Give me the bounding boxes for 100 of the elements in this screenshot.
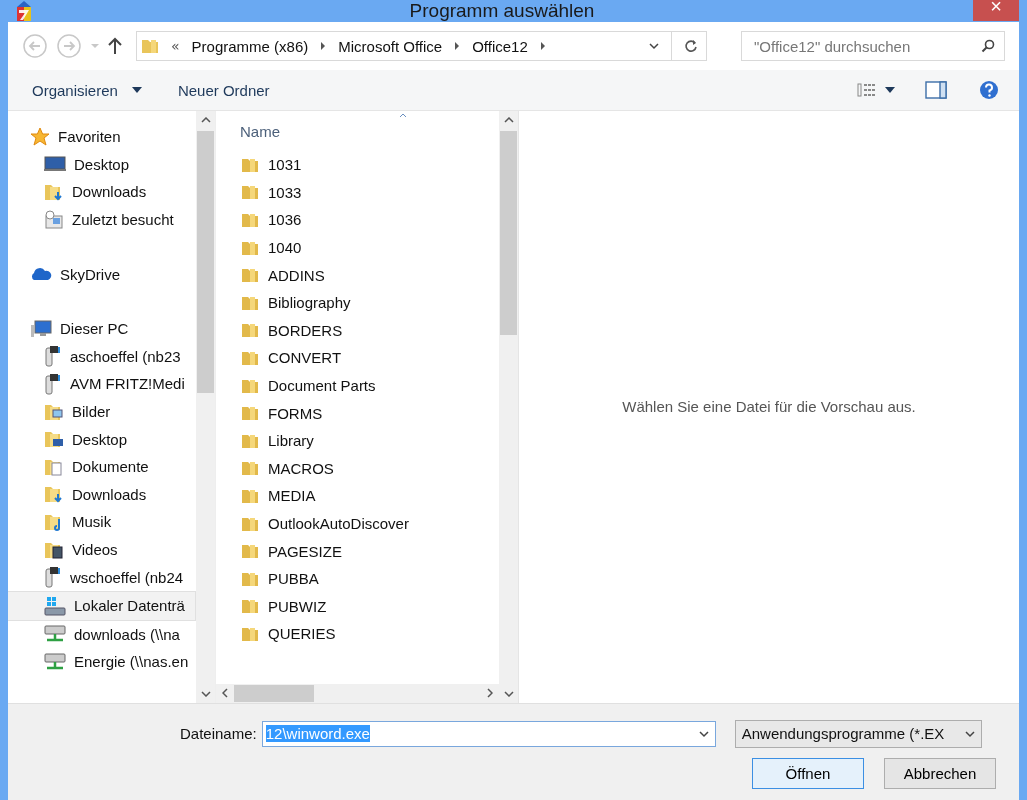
- file-list-item[interactable]: 1036: [216, 206, 499, 234]
- folder-icon: [44, 429, 64, 450]
- filename-label: Dateiname:: [180, 725, 257, 743]
- file-list-item[interactable]: MACROS: [216, 454, 499, 483]
- sidebar-item[interactable]: Musik: [8, 508, 196, 536]
- file-list-item[interactable]: FORMS: [216, 399, 499, 427]
- cancel-button[interactable]: Abbrechen: [884, 757, 996, 789]
- overflow-chevrons[interactable]: «: [171, 38, 180, 54]
- scrollbar-thumb[interactable]: [197, 131, 214, 393]
- sidebar-item[interactable]: Desktop: [8, 425, 196, 453]
- sidebar-item[interactable]: Desktop: [8, 150, 196, 179]
- folder-icon: [241, 266, 259, 285]
- folder-icon: [241, 597, 259, 616]
- file-list-item[interactable]: QUERIES: [216, 620, 499, 648]
- sidebar-item[interactable]: downloads (\\na: [8, 620, 196, 649]
- network-drive-icon: [44, 651, 66, 672]
- up-arrow-icon[interactable]: [108, 37, 122, 55]
- folder-icon: [241, 542, 259, 561]
- close-button[interactable]: ×: [973, 0, 1019, 21]
- sidebar-item[interactable]: Dokumente: [8, 452, 196, 481]
- search-icon: [981, 39, 995, 53]
- monitor-icon: [44, 156, 66, 173]
- sidebar-item[interactable]: aschoeffel (nb23: [8, 342, 196, 371]
- folder-icon: [44, 182, 64, 202]
- media-server-icon: [44, 566, 62, 589]
- caret-icon[interactable]: [885, 87, 895, 93]
- chevron-down-icon[interactable]: [503, 690, 514, 697]
- file-list-item[interactable]: Document Parts: [216, 371, 499, 400]
- window-title: Programm auswählen: [408, 0, 596, 22]
- chevron-down-icon[interactable]: [649, 42, 659, 50]
- scrollbar[interactable]: [196, 111, 215, 703]
- sidebar-item[interactable]: Lokaler Datenträ: [8, 590, 196, 621]
- chevron-right-icon[interactable]: [454, 42, 461, 50]
- sidebar-item[interactable]: Dieser PC: [8, 314, 196, 343]
- preview-pane-icon[interactable]: [925, 81, 947, 99]
- sidebar-item[interactable]: Favoriten: [8, 123, 196, 151]
- file-list-item[interactable]: Bibliography: [216, 288, 499, 317]
- sidebar-item[interactable]: SkyDrive: [8, 260, 196, 288]
- media-server-icon: [44, 372, 62, 395]
- folder-icon: [241, 211, 259, 229]
- cloud-icon: [30, 267, 52, 282]
- chevron-right-icon[interactable]: [320, 42, 327, 50]
- folder-icon: [141, 37, 159, 55]
- file-list-item[interactable]: MEDIA: [216, 482, 499, 510]
- chevron-down-icon[interactable]: [200, 690, 211, 697]
- chevron-up-icon[interactable]: [503, 117, 514, 123]
- system-drive-icon: [44, 595, 66, 616]
- scrollbar-thumb[interactable]: [234, 684, 314, 702]
- file-list-item[interactable]: PUBWIZ: [216, 592, 499, 621]
- sidebar-item[interactable]: Bilder: [8, 397, 196, 426]
- media-server-icon: [44, 345, 62, 368]
- chevron-right-icon[interactable]: [539, 42, 546, 50]
- address-bar[interactable]: « Programme (x86) Microsoft Office Office12: [136, 31, 707, 61]
- organize-menu-button[interactable]: Organisieren: [26, 77, 124, 103]
- file-list-item[interactable]: CONVERT: [216, 344, 499, 372]
- caret-icon[interactable]: [131, 87, 142, 93]
- chevron-down-icon[interactable]: [698, 729, 709, 738]
- folder-icon: [241, 321, 259, 340]
- search-field[interactable]: "Office12" durchsuchen: [741, 31, 1005, 61]
- breadcrumb[interactable]: Office12: [472, 37, 528, 55]
- breadcrumb[interactable]: Programme (x86): [191, 37, 309, 55]
- recent-places-icon: [44, 209, 64, 230]
- column-header[interactable]: Name: [240, 122, 280, 140]
- sidebar-item[interactable]: wschoeffel (nb24: [8, 563, 196, 591]
- preview-message: Wählen Sie eine Datei für die Vorschau aus.: [622, 398, 916, 416]
- file-list-item[interactable]: 1031: [216, 151, 499, 179]
- new-folder-button[interactable]: Neuer Ordner: [171, 77, 276, 103]
- file-list-item[interactable]: Library: [216, 426, 499, 455]
- file-type-dropdown[interactable]: Anwendungsprogramme (*.EX: [734, 719, 982, 748]
- sort-caret-icon: [399, 113, 407, 118]
- scrollbar-thumb[interactable]: [500, 131, 517, 335]
- open-button[interactable]: Öffnen: [752, 757, 864, 789]
- chevron-left-icon[interactable]: [222, 688, 228, 699]
- view-list-icon[interactable]: [857, 82, 877, 98]
- breadcrumb[interactable]: Microsoft Office: [338, 37, 443, 55]
- file-list-item[interactable]: OutlookAutoDiscover: [216, 509, 499, 538]
- folder-icon: [241, 459, 259, 478]
- sidebar-item[interactable]: AVM FRITZ!Medi: [8, 370, 196, 398]
- chevron-up-icon[interactable]: [200, 117, 211, 123]
- file-list-item[interactable]: PAGESIZE: [216, 537, 499, 565]
- sidebar-item[interactable]: Zuletzt besucht: [8, 205, 196, 234]
- scrollbar[interactable]: [499, 111, 518, 703]
- file-list-item[interactable]: BORDERS: [216, 316, 499, 345]
- sidebar-item[interactable]: Downloads: [8, 178, 196, 206]
- file-list-item[interactable]: ADDINS: [216, 261, 499, 289]
- sidebar-item[interactable]: Videos: [8, 535, 196, 564]
- chevron-right-icon[interactable]: [487, 688, 493, 699]
- sidebar-item[interactable]: Downloads: [8, 480, 196, 509]
- computer-icon: [30, 319, 52, 338]
- star-icon: [30, 126, 50, 147]
- file-list-item[interactable]: 1040: [216, 233, 499, 262]
- help-icon[interactable]: [979, 80, 999, 100]
- file-list-item[interactable]: PUBBA: [216, 564, 499, 593]
- folder-icon: [241, 404, 259, 423]
- refresh-icon[interactable]: [684, 39, 698, 53]
- folder-icon: [241, 183, 259, 202]
- sidebar-item[interactable]: Energie (\\nas.en: [8, 648, 196, 676]
- file-list-item[interactable]: 1033: [216, 178, 499, 207]
- chevron-down-icon: [964, 729, 975, 738]
- folder-icon: [44, 484, 64, 505]
